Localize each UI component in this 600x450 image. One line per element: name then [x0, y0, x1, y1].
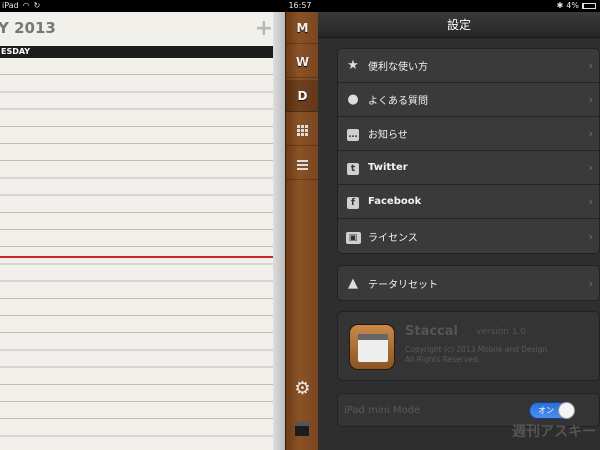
toggle-knob	[558, 402, 575, 419]
chevron-right-icon: ›	[588, 127, 593, 140]
twitter-icon: t	[338, 160, 368, 175]
settings-group-info: ★ 便利な使い方 › ● よくある質問 › … お知らせ › t Twitter…	[337, 48, 600, 254]
app-version: version 1.0	[476, 327, 527, 337]
settings-panel: 設定 ★ 便利な使い方 › ● よくある質問 › … お知らせ › t Twit…	[318, 12, 600, 450]
row-license[interactable]: ▣ ライセンス ›	[338, 219, 599, 253]
facebook-icon: f	[338, 194, 368, 209]
tab-day[interactable]: D	[286, 80, 319, 112]
rights-line: All Rights Reserved.	[405, 355, 481, 364]
toggle-on-label: オン	[538, 406, 554, 415]
app-name: Staccal	[405, 324, 458, 339]
bluetooth-icon: ✱	[556, 1, 564, 10]
row-facebook[interactable]: f Facebook ›	[338, 185, 599, 219]
row-label: よくある質問	[368, 96, 428, 107]
month-year-title: Y 2013	[0, 19, 56, 37]
app-icon	[349, 324, 395, 370]
gear-icon: ⚙	[294, 378, 311, 399]
row-news[interactable]: … お知らせ ›	[338, 117, 599, 151]
star-icon: ★	[347, 58, 359, 73]
row-faq[interactable]: ● よくある質問 ›	[338, 83, 599, 117]
warning-icon: ▲	[348, 275, 358, 291]
chevron-right-icon: ›	[588, 195, 593, 208]
speech-bubble-icon: …	[347, 129, 359, 141]
watermark-logo: 週刊アスキー	[512, 424, 596, 440]
tab-week[interactable]: W	[286, 46, 319, 78]
id-card-icon: ▣	[338, 229, 368, 244]
chevron-right-icon: ›	[588, 93, 593, 106]
tab-grid[interactable]	[286, 114, 319, 146]
row-label: 便利な使い方	[368, 62, 428, 73]
current-time-line	[0, 256, 273, 258]
row-label: お知らせ	[368, 130, 408, 141]
chevron-right-icon: ›	[588, 276, 593, 290]
grid-icon	[297, 125, 308, 136]
battery-percent: 4%	[566, 1, 579, 10]
mini-mode-toggle[interactable]: オン	[529, 402, 575, 419]
row-label: テータリセット	[368, 279, 438, 291]
list-icon	[297, 158, 308, 172]
mini-mode-label: iPad mini Mode	[344, 405, 421, 416]
row-tips[interactable]: ★ 便利な使い方 ›	[338, 49, 599, 83]
add-event-button[interactable]: +	[255, 16, 273, 41]
battery-icon	[582, 3, 596, 9]
notebook-header: Y 2013 +	[0, 12, 285, 46]
settings-title: 設定	[318, 12, 600, 38]
copyright-text: Copyright (c) 2013 Mobile and Design All…	[405, 345, 595, 365]
ruled-lines[interactable]	[0, 58, 273, 450]
lightbulb-icon: ●	[347, 92, 359, 107]
view-tab-bar: M W D ⚙	[285, 12, 319, 450]
row-data-reset[interactable]: ▲ テータリセット ›	[338, 266, 599, 300]
weekday-bar: ESDAY	[0, 46, 273, 58]
chevron-right-icon: ›	[588, 59, 593, 72]
settings-gear-button[interactable]: ⚙	[286, 378, 319, 399]
chevron-right-icon: ›	[588, 229, 593, 243]
copyright-line: Copyright (c) 2013 Mobile and Design	[405, 345, 548, 354]
calendar-square-icon[interactable]	[295, 422, 309, 436]
settings-group-reset: ▲ テータリセット ›	[337, 265, 600, 301]
page-edge	[273, 12, 285, 450]
clock: 16:57	[288, 1, 312, 10]
status-bar: iPad ◠ ↻ 16:57 ✱ 4%	[0, 0, 600, 12]
chevron-right-icon: ›	[588, 161, 593, 174]
tab-list[interactable]	[286, 148, 319, 180]
row-label: Facebook	[368, 196, 422, 207]
day-notebook: Y 2013 + ESDAY	[0, 12, 285, 450]
about-card: Staccal version 1.0 Copyright (c) 2013 M…	[337, 311, 600, 381]
tab-month[interactable]: M	[286, 12, 319, 44]
row-twitter[interactable]: t Twitter ›	[338, 151, 599, 185]
row-label: Twitter	[368, 162, 408, 173]
row-label: ライセンス	[368, 232, 418, 244]
